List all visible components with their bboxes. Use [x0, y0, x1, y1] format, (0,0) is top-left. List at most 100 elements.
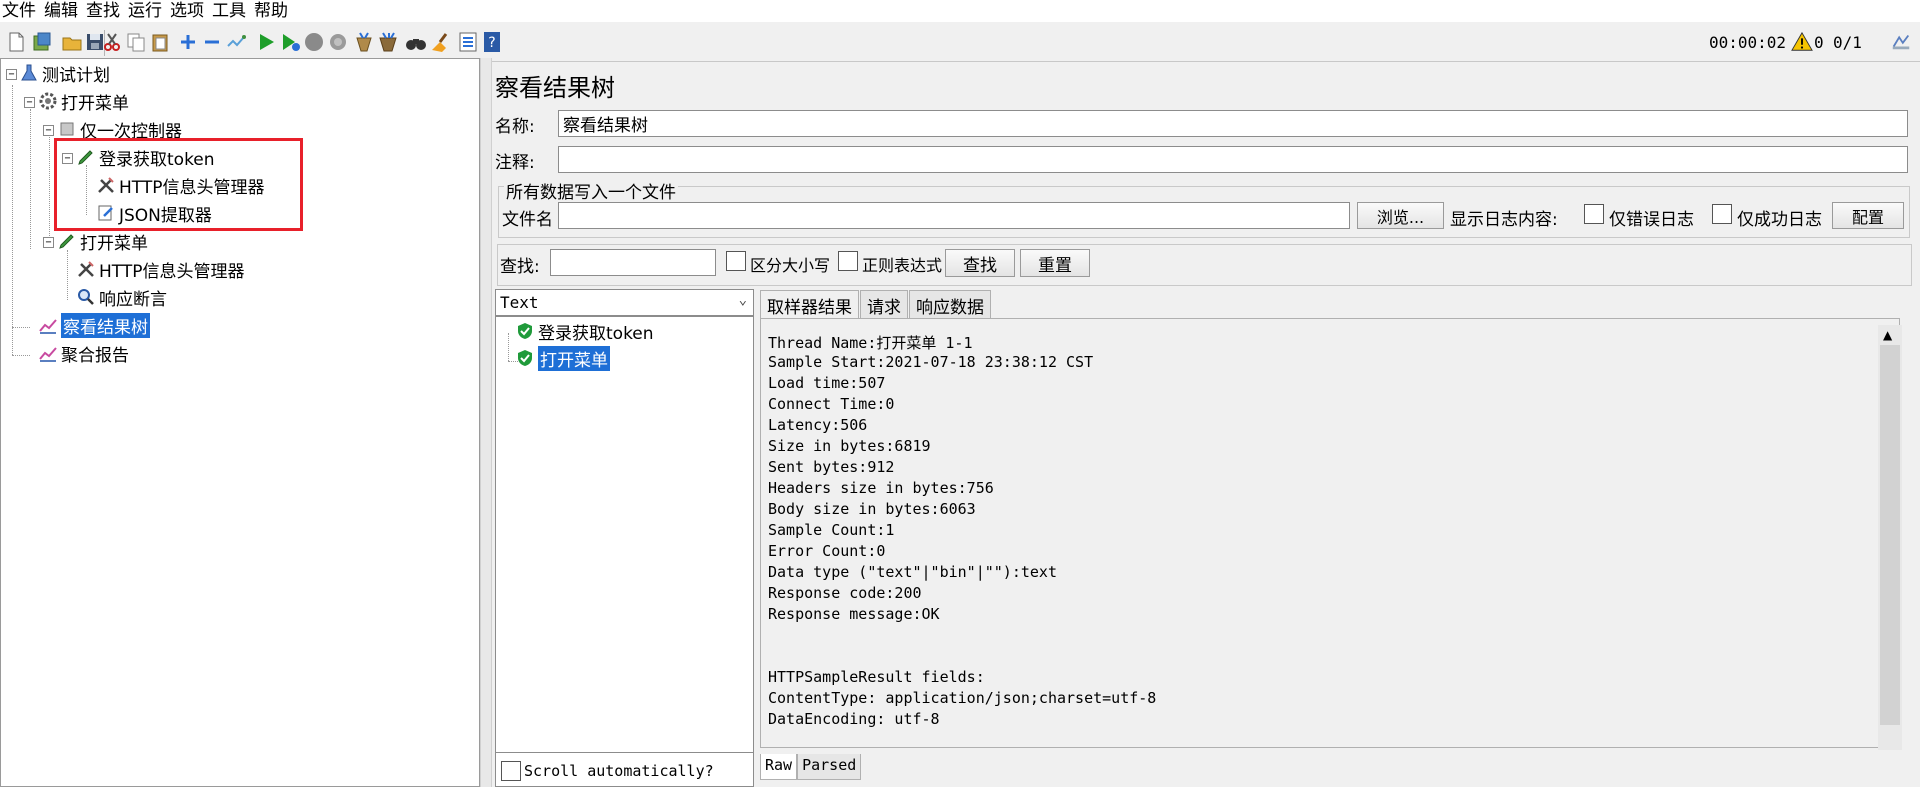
- menu-run[interactable]: 运行: [124, 1, 166, 21]
- detail-scrollbar[interactable]: ▲: [1878, 325, 1902, 750]
- templates-icon[interactable]: [30, 30, 54, 54]
- scroll-up-icon[interactable]: ▲: [1883, 328, 1892, 342]
- tree-item-http-header-manager[interactable]: HTTP信息头管理器: [76, 257, 245, 282]
- toggle-icon[interactable]: [224, 30, 248, 54]
- log-display-label: 显示日志内容:: [1450, 210, 1558, 230]
- reset-button[interactable]: 重置: [1020, 249, 1090, 277]
- errors-only-label: 仅错误日志: [1609, 210, 1694, 230]
- menu-search[interactable]: 查找: [82, 1, 124, 21]
- add-icon[interactable]: [176, 30, 200, 54]
- detail-line: Size in bytes:6819: [768, 437, 931, 455]
- result-item-open-menu[interactable]: 打开菜单: [515, 345, 610, 371]
- pencil-sampler-icon: [57, 231, 77, 251]
- collapse-toggle[interactable]: −: [6, 69, 17, 80]
- tree-guide: [12, 355, 30, 356]
- success-only-checkbox[interactable]: [1712, 204, 1732, 224]
- menu-help[interactable]: 帮助: [250, 1, 292, 21]
- warning-icon[interactable]: [1791, 31, 1813, 57]
- name-label: 名称:: [495, 117, 535, 137]
- collapse-toggle[interactable]: −: [43, 237, 54, 248]
- find-button[interactable]: 查找: [945, 249, 1015, 277]
- tree-item-open-menu-sampler[interactable]: 打开菜单: [57, 229, 148, 254]
- browse-button[interactable]: 浏览...: [1357, 202, 1444, 229]
- start-no-pauses-icon[interactable]: [278, 30, 302, 54]
- remove-icon[interactable]: [200, 30, 224, 54]
- tree-guide: [12, 327, 30, 328]
- detail-line: Latency:506: [768, 416, 868, 434]
- help-icon[interactable]: ?: [480, 30, 504, 54]
- tree-guide: [12, 85, 13, 355]
- stop-icon[interactable]: [302, 30, 326, 54]
- render-mode-select[interactable]: Text ⌄: [495, 289, 754, 316]
- tree-guide: [67, 250, 68, 300]
- errors-only-checkbox[interactable]: [1584, 204, 1604, 224]
- success-shield-icon: [515, 348, 535, 368]
- search-input[interactable]: [550, 249, 716, 276]
- case-sensitive-checkbox[interactable]: [726, 251, 746, 271]
- detail-line: Thread Name:打开菜单 1-1: [768, 334, 973, 352]
- detail-line: Sent bytes:912: [768, 458, 895, 476]
- success-only-label: 仅成功日志: [1737, 210, 1822, 230]
- name-field[interactable]: [558, 110, 1908, 137]
- log-viewer-icon[interactable]: [1890, 30, 1912, 56]
- collapse-toggle[interactable]: −: [43, 125, 54, 136]
- menu-options[interactable]: 选项: [166, 1, 208, 21]
- reset-search-icon[interactable]: [428, 30, 452, 54]
- regex-checkbox[interactable]: [838, 251, 858, 271]
- error-count: 0: [1814, 33, 1824, 52]
- detail-line: Response code:200: [768, 584, 922, 602]
- new-icon[interactable]: [4, 30, 28, 54]
- tab-parsed[interactable]: Parsed: [797, 754, 862, 780]
- clear-all-icon[interactable]: [376, 30, 400, 54]
- regex-label: 正则表达式: [862, 256, 943, 275]
- tree-item-view-results-tree[interactable]: 察看结果树: [38, 312, 150, 338]
- cut-icon[interactable]: [100, 30, 124, 54]
- scrollbar-thumb[interactable]: [1880, 345, 1900, 725]
- list-divider: [495, 752, 754, 753]
- result-item-login[interactable]: 登录获取token: [515, 319, 654, 344]
- tree-guide: [508, 333, 509, 361]
- detail-line: Sample Count:1: [768, 521, 895, 539]
- menu-edit[interactable]: 编辑: [40, 1, 82, 21]
- clear-icon[interactable]: [352, 30, 376, 54]
- menu-file[interactable]: 文件: [0, 1, 40, 21]
- detail-line: HTTPSampleResult fields:: [768, 668, 985, 686]
- detail-line: Response message:OK: [768, 605, 940, 623]
- detail-line: Headers size in bytes:756: [768, 479, 994, 497]
- scroll-automatically-checkbox[interactable]: [501, 761, 521, 781]
- detail-line: ContentType: application/json;charset=ut…: [768, 689, 1157, 707]
- menu-bar: 文件 编辑 查找 运行 选项 工具 帮助: [0, 0, 1920, 22]
- detail-line: Load time:507: [768, 374, 886, 392]
- gear-icon: [38, 91, 58, 111]
- case-sensitive-label: 区分大小写: [750, 256, 831, 275]
- tab-response-data[interactable]: 响应数据: [909, 290, 991, 318]
- highlight-annotation-box: [54, 138, 303, 231]
- file-group-title: 所有数据写入一个文件: [504, 178, 678, 203]
- chart-icon: [38, 343, 58, 363]
- paste-icon[interactable]: [148, 30, 172, 54]
- tree-item-thread-group[interactable]: 打开菜单: [38, 89, 129, 114]
- tree-item-test-plan[interactable]: 测试计划: [19, 61, 110, 86]
- shutdown-icon[interactable]: [326, 30, 350, 54]
- magnifier-icon: [76, 287, 96, 307]
- collapse-toggle[interactable]: −: [24, 97, 35, 108]
- tab-sampler-result[interactable]: 取样器结果: [760, 290, 859, 318]
- tab-request[interactable]: 请求: [860, 290, 908, 318]
- start-icon[interactable]: [254, 30, 278, 54]
- function-helper-icon[interactable]: [456, 30, 480, 54]
- copy-icon[interactable]: [124, 30, 148, 54]
- comment-label: 注释:: [495, 153, 535, 173]
- controller-icon: [57, 119, 77, 139]
- filename-field[interactable]: [558, 202, 1350, 229]
- configure-button[interactable]: 配置: [1832, 202, 1904, 229]
- tab-raw[interactable]: Raw: [760, 754, 798, 780]
- detail-line: DataEncoding: utf-8: [768, 710, 940, 728]
- search-binoculars-icon[interactable]: [404, 30, 428, 54]
- tree-item-aggregate-report[interactable]: 聚合报告: [38, 341, 129, 366]
- comment-field[interactable]: [558, 146, 1908, 173]
- open-icon[interactable]: [60, 30, 84, 54]
- menu-tools[interactable]: 工具: [208, 1, 250, 21]
- sampler-result-text[interactable]: Thread Name:打开菜单 1-1 Sample Start:2021-0…: [760, 318, 1900, 748]
- tree-item-response-assertion[interactable]: 响应断言: [76, 285, 167, 310]
- panel-splitter[interactable]: [480, 58, 492, 787]
